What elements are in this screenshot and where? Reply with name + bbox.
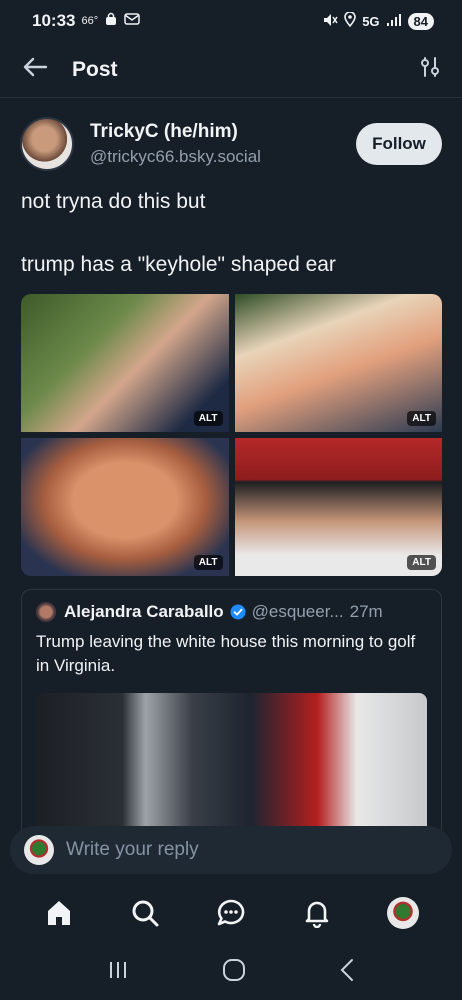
profile-avatar — [387, 897, 419, 929]
recent-apps-icon[interactable] — [107, 960, 129, 985]
mute-icon — [322, 13, 338, 30]
quoted-post[interactable]: Alejandra Caraballo @esqueer... 27m Trum… — [21, 589, 442, 849]
author-handle[interactable]: @trickyc66.bsky.social — [90, 147, 261, 167]
chat-icon[interactable] — [206, 888, 256, 938]
post-author: TrickyC (he/him) @trickyc66.bsky.social … — [20, 114, 442, 174]
post-image-1[interactable]: ALT — [21, 294, 229, 432]
alt-badge[interactable]: ALT — [193, 411, 223, 426]
quote-author-name: Alejandra Caraballo — [64, 602, 224, 621]
reply-input[interactable]: Write your reply — [10, 826, 452, 874]
alt-badge[interactable]: ALT — [193, 555, 223, 570]
signal-icon — [386, 13, 402, 29]
status-bar: 10:33 66° 5G 84 — [0, 0, 462, 42]
profile-tab[interactable] — [378, 888, 428, 938]
post-header: Post — [0, 42, 462, 98]
author-display-name[interactable]: TrickyC (he/him) — [90, 121, 261, 143]
back-arrow-icon[interactable] — [22, 57, 48, 82]
post-image-3[interactable]: ALT — [21, 438, 229, 576]
alt-badge[interactable]: ALT — [407, 411, 436, 426]
post-text-line-1: not tryna do this but — [21, 190, 206, 213]
reply-placeholder: Write your reply — [66, 839, 199, 860]
quote-text: Trump leaving the white house this morni… — [36, 632, 416, 675]
network-type: 5G — [362, 13, 380, 29]
post-text-line-2: trump has a "keyhole" shaped ear — [21, 253, 336, 276]
quote-author-handle: @esqueer... — [251, 602, 344, 621]
quote-time: 27m — [349, 602, 383, 621]
bottom-tab-bar — [0, 882, 462, 944]
status-time: 10:33 — [32, 11, 76, 30]
home-icon[interactable] — [34, 888, 84, 938]
notification-mail-icon — [124, 12, 140, 30]
status-temperature: 66° — [81, 15, 99, 27]
battery-indicator: 84 — [407, 12, 434, 30]
follow-button[interactable]: Follow — [356, 123, 442, 165]
author-avatar[interactable] — [20, 117, 74, 171]
location-icon — [344, 11, 356, 30]
android-navigation-bar — [0, 944, 462, 1000]
image-grid: ALT ALT ALT ALT — [21, 294, 442, 576]
notification-bag-icon — [104, 12, 118, 31]
verified-check-icon — [230, 604, 246, 620]
post-image-2[interactable]: ALT — [234, 294, 442, 432]
search-icon[interactable] — [120, 888, 170, 938]
quote-author-avatar — [36, 602, 56, 622]
home-button-icon[interactable] — [222, 958, 246, 987]
page-title: Post — [72, 57, 118, 81]
sliders-icon[interactable] — [420, 56, 440, 83]
bell-icon[interactable] — [292, 888, 342, 938]
alt-badge[interactable]: ALT — [407, 555, 436, 570]
post-image-4[interactable]: ALT — [234, 438, 442, 576]
reply-avatar — [24, 835, 54, 865]
back-button-icon[interactable] — [339, 958, 355, 987]
